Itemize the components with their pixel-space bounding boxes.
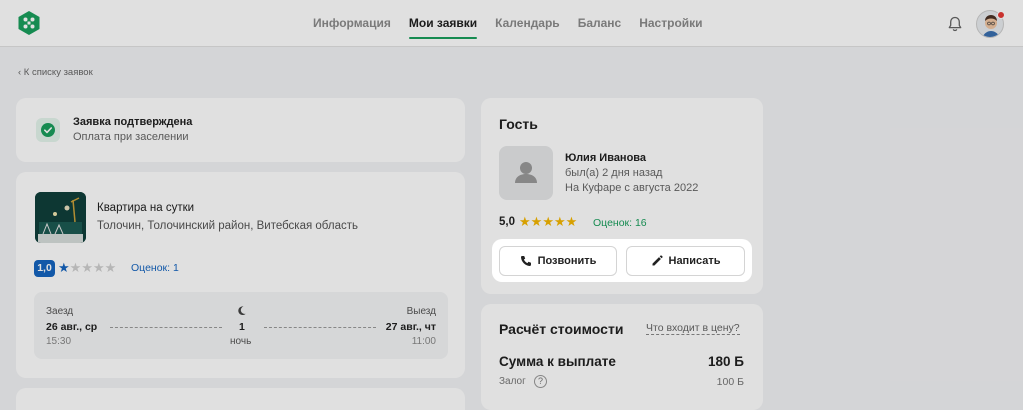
star-icon: ★ (565, 214, 578, 229)
kufar-logo-icon[interactable] (16, 10, 42, 36)
star-empty-icon: ★ (92, 260, 105, 275)
star-icon: ★ (58, 260, 70, 275)
help-icon[interactable]: ? (534, 375, 547, 388)
apartment-address: Толочин, Толочинский район, Витебская об… (97, 220, 358, 232)
star-icon: ★ (519, 214, 531, 229)
guest-name[interactable]: Юлия Иванова (565, 152, 646, 164)
star-empty-icon: ★ (104, 260, 117, 275)
apartment-title[interactable]: Квартира на сутки (97, 202, 194, 214)
guest-last-seen: был(а) 2 дня назад (565, 167, 663, 179)
apartment-reviews-link[interactable]: Оценок: 1 (131, 262, 179, 274)
nights-label: ночь (230, 336, 252, 347)
guest-star-rating: ★★★★★ (519, 214, 577, 230)
checkin-time: 15:30 (46, 336, 72, 347)
star-icon: ★ (553, 214, 566, 229)
status-subtitle: Оплата при заселении (73, 131, 189, 143)
nav-item-info[interactable]: Информация (313, 0, 391, 47)
status-check-icon (36, 118, 60, 142)
apartment-photo[interactable] (35, 192, 86, 243)
date-divider (110, 327, 222, 328)
date-divider (264, 327, 376, 328)
deposit-value: 100 Б (716, 376, 744, 388)
guest-heading: Гость (499, 116, 538, 132)
main-nav: Информация Мои заявки Календарь Баланс Н… (313, 0, 721, 47)
apartment-star-rating: ★★★★★ (58, 260, 116, 276)
dates-panel: Заезд 26 авг., ср 15:30 1 ночь Выезд 27 … (34, 292, 448, 359)
status-card (16, 98, 465, 162)
star-icon: ★ (530, 214, 543, 229)
checkout-date: 27 авг., чт (385, 321, 436, 333)
nav-item-settings[interactable]: Настройки (639, 0, 702, 47)
total-label: Сумма к выплате (499, 354, 616, 369)
pencil-icon (652, 255, 663, 266)
star-empty-icon: ★ (69, 260, 82, 275)
notification-dot (997, 11, 1005, 19)
nav-item-balance[interactable]: Баланс (578, 0, 622, 47)
contact-buttons-panel: Позвонить Написать (492, 239, 752, 282)
total-value: 180 Б (708, 354, 744, 369)
next-section-card (16, 388, 465, 410)
star-icon: ★ (542, 214, 554, 229)
price-heading: Расчёт стоимости (499, 321, 624, 337)
whats-included-link[interactable]: Что входит в цену? (646, 322, 740, 335)
moon-icon (238, 306, 246, 316)
person-icon (515, 162, 537, 183)
write-button-label: Написать (668, 255, 721, 267)
bell-icon[interactable] (946, 15, 964, 33)
star-empty-icon: ★ (81, 260, 93, 275)
guest-avatar[interactable] (499, 146, 553, 200)
checkout-label: Выезд (406, 306, 436, 317)
top-header: Информация Мои заявки Календарь Баланс Н… (0, 0, 1023, 47)
call-button[interactable]: Позвонить (499, 246, 617, 276)
checkin-label: Заезд (46, 306, 74, 317)
write-button[interactable]: Написать (626, 246, 745, 276)
deposit-label: Залог (499, 376, 526, 387)
checkout-time: 11:00 (411, 336, 436, 347)
apartment-rating-badge: 1,0 (34, 260, 55, 277)
status-title: Заявка подтверждена (73, 116, 193, 128)
guest-reviews-link[interactable]: Оценок: 16 (593, 217, 647, 229)
guest-member-since: На Куфаре с августа 2022 (565, 182, 699, 194)
call-button-label: Позвонить (537, 255, 597, 267)
guest-score: 5,0 (499, 216, 515, 228)
nav-item-calendar[interactable]: Календарь (495, 0, 560, 47)
phone-icon (520, 256, 531, 267)
back-to-list-link[interactable]: ‹ К списку заявок (18, 67, 93, 78)
nav-item-my-requests[interactable]: Мои заявки (408, 0, 478, 47)
checkin-date: 26 авг., ср (46, 321, 98, 333)
nights-count: 1 (239, 321, 245, 333)
